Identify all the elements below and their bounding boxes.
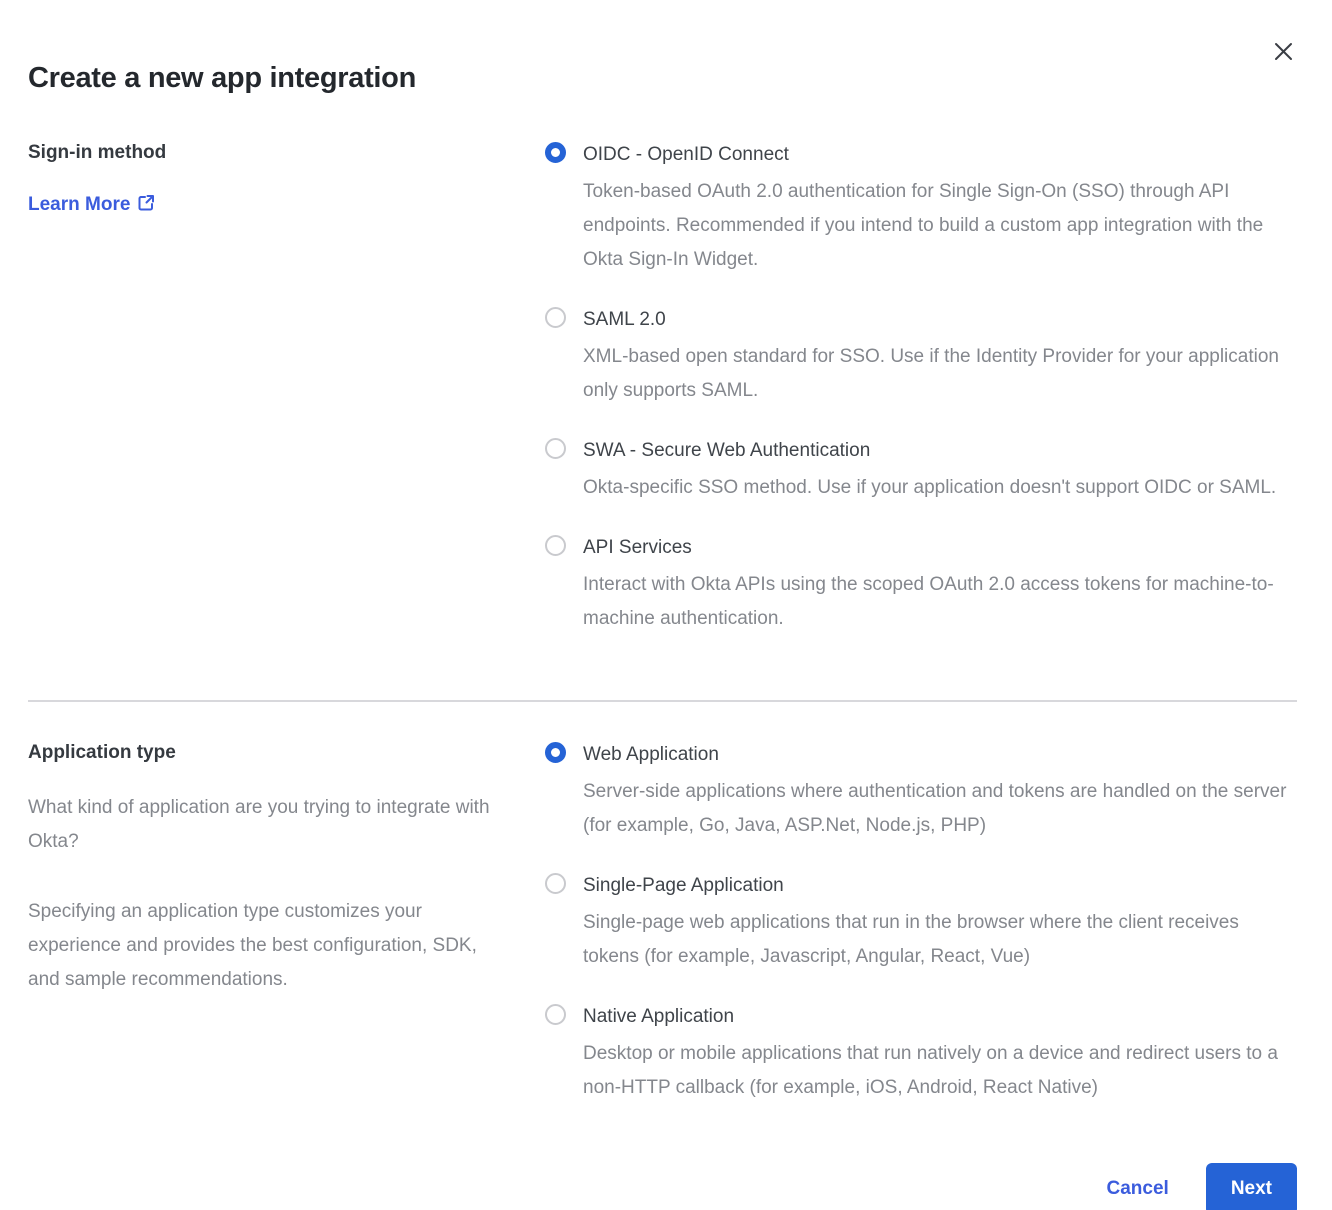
sign-in-method-section: Sign-in method Learn More OIDC - OpenID … [28,141,1297,636]
option-description-single-page-application: Single-page web applications that run in… [583,906,1295,974]
radio-button-saml[interactable] [545,307,566,328]
close-icon [1274,42,1293,61]
radio-option-swa[interactable]: SWA - Secure Web Authentication Okta-spe… [545,437,1297,505]
option-description-oidc: Token-based OAuth 2.0 authentication for… [583,175,1295,277]
option-description-native-application: Desktop or mobile applications that run … [583,1037,1295,1105]
application-type-heading: Application type [28,741,515,765]
option-label-single-page-application: Single-Page Application [583,872,1295,900]
sign-in-method-heading: Sign-in method [28,141,545,165]
create-app-integration-dialog: Create a new app integration Sign-in met… [0,0,1332,1210]
option-description-saml: XML-based open standard for SSO. Use if … [583,340,1295,408]
option-description-api-services: Interact with Okta APIs using the scoped… [583,568,1295,636]
radio-option-oidc[interactable]: OIDC - OpenID Connect Token-based OAuth … [545,141,1297,277]
next-button[interactable]: Next [1206,1163,1297,1210]
option-description-web-application: Server-side applications where authentic… [583,775,1295,843]
option-label-web-application: Web Application [583,741,1295,769]
option-label-saml: SAML 2.0 [583,306,1295,334]
application-type-section: Application type What kind of applicatio… [28,741,1297,1105]
page-title: Create a new app integration [28,0,1297,95]
learn-more-label: Learn More [28,194,130,216]
application-type-question: What kind of application are you trying … [28,791,502,859]
radio-button-oidc-selected[interactable] [545,142,566,163]
radio-option-single-page-application[interactable]: Single-Page Application Single-page web … [545,872,1297,974]
radio-button-native-application[interactable] [545,1004,566,1025]
radio-button-swa[interactable] [545,438,566,459]
radio-button-web-application-selected[interactable] [545,742,566,763]
radio-button-single-page-application[interactable] [545,873,566,894]
application-type-left-column: Application type What kind of applicatio… [28,741,545,1105]
learn-more-link[interactable]: Learn More [28,192,155,217]
application-type-options: Web Application Server-side applications… [545,741,1297,1105]
sign-in-method-left-column: Sign-in method Learn More [28,141,545,636]
radio-button-api-services[interactable] [545,535,566,556]
option-label-swa: SWA - Secure Web Authentication [583,437,1276,465]
application-type-explanation: Specifying an application type customize… [28,895,502,997]
cancel-button[interactable]: Cancel [1107,1178,1169,1200]
option-description-swa: Okta-specific SSO method. Use if your ap… [583,471,1276,505]
radio-option-native-application[interactable]: Native Application Desktop or mobile app… [545,1003,1297,1105]
option-label-api-services: API Services [583,534,1295,562]
dialog-footer: Cancel Next [28,1163,1297,1210]
external-link-icon [138,192,155,217]
sign-in-method-options: OIDC - OpenID Connect Token-based OAuth … [545,141,1297,636]
close-button[interactable] [1270,38,1296,64]
option-label-native-application: Native Application [583,1003,1295,1031]
radio-option-saml[interactable]: SAML 2.0 XML-based open standard for SSO… [545,306,1297,408]
radio-option-web-application[interactable]: Web Application Server-side applications… [545,741,1297,843]
radio-option-api-services[interactable]: API Services Interact with Okta APIs usi… [545,534,1297,636]
option-label-oidc: OIDC - OpenID Connect [583,141,1295,169]
section-divider [28,700,1297,702]
